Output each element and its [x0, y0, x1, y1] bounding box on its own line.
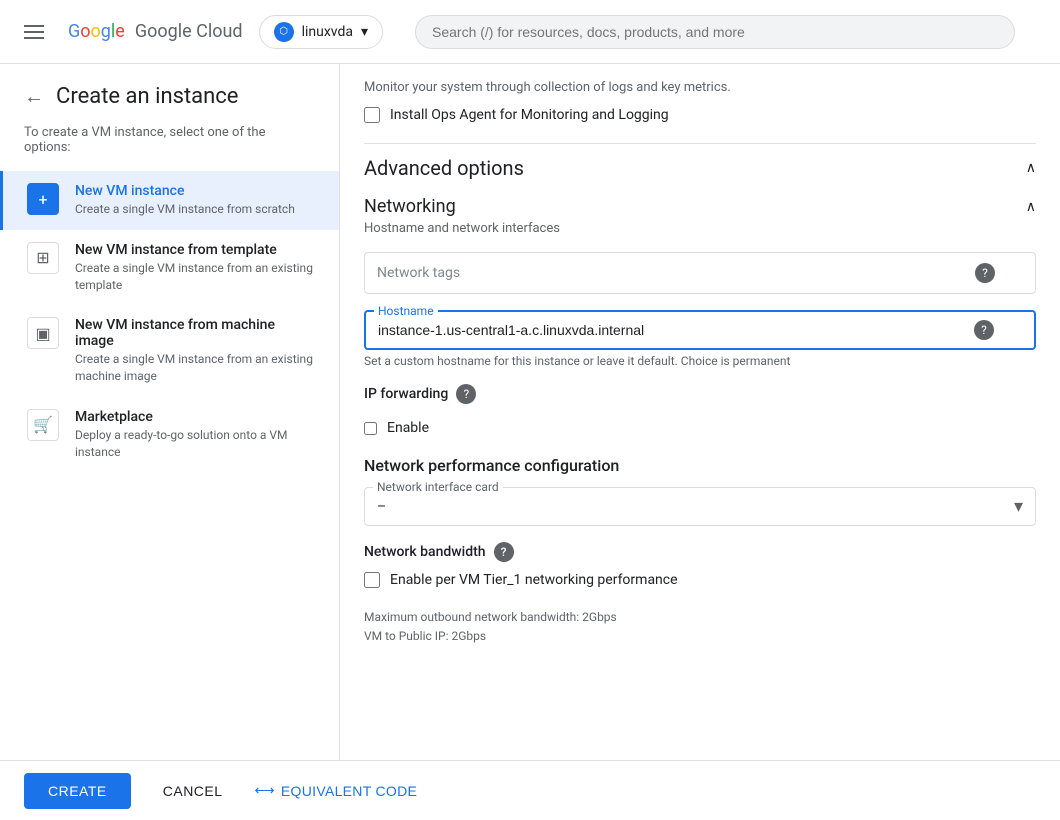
new-vm-machine-icon: ▣	[27, 317, 59, 349]
network-tags-field-row: Network tags ?	[364, 252, 1036, 294]
bandwidth-help-icon[interactable]: ?	[494, 542, 514, 562]
ip-forwarding-row: IP forwarding ?	[364, 384, 1036, 404]
marketplace-title: Marketplace	[75, 409, 315, 425]
networking-title: Networking	[364, 196, 456, 217]
sidebar-item-new-vm[interactable]: + New VM instance Create a single VM ins…	[0, 171, 339, 230]
footer: CREATE CANCEL ⟷ EQUIVALENT CODE	[0, 760, 1060, 820]
hostname-field-row: Hostname ? Set a custom hostname for thi…	[364, 310, 1036, 368]
network-tags-placeholder: Network tags	[377, 265, 460, 281]
sidebar-item-new-vm-template[interactable]: ⊞ New VM instance from template Create a…	[0, 230, 339, 306]
project-icon: ⬡	[274, 22, 294, 42]
main-content: Monitor your system through collection o…	[340, 64, 1060, 820]
project-selector[interactable]: ⬡ linuxvda ▾	[259, 15, 383, 49]
equivalent-code-label: EQUIVALENT CODE	[281, 783, 417, 799]
bandwidth-info: Maximum outbound network bandwidth: 2Gbp…	[364, 608, 1036, 646]
advanced-options-chevron[interactable]: ∧	[1026, 160, 1036, 176]
network-interface-label: Network interface card	[373, 480, 503, 494]
tier1-checkbox-row: Enable per VM Tier_1 networking performa…	[364, 572, 1036, 588]
sidebar-subtitle: To create a VM instance, select one of t…	[0, 125, 339, 171]
network-interface-select[interactable]: Network interface card – ▾	[364, 487, 1036, 526]
new-vm-machine-desc: Create a single VM instance from an exis…	[75, 351, 315, 385]
page-title: Create an instance	[56, 84, 238, 109]
network-tags-field[interactable]: Network tags ?	[364, 252, 1036, 294]
marketplace-icon: 🛒	[27, 409, 59, 441]
hostname-label: Hostname	[374, 304, 438, 318]
new-vm-machine-title: New VM instance from machine image	[75, 317, 315, 349]
bandwidth-outbound: Maximum outbound network bandwidth: 2Gbp…	[364, 608, 1036, 627]
new-vm-icon: +	[27, 183, 59, 215]
sidebar-item-new-vm-machine[interactable]: ▣ New VM instance from machine image Cre…	[0, 305, 339, 397]
marketplace-desc: Deploy a ready-to-go solution onto a VM …	[75, 427, 315, 461]
ops-agent-checkbox[interactable]	[364, 107, 380, 123]
ops-agent-checkbox-label: Install Ops Agent for Monitoring and Log…	[390, 107, 669, 123]
ip-forwarding-label: IP forwarding	[364, 386, 448, 402]
network-interface-value: –	[377, 499, 386, 515]
back-button[interactable]: ←	[24, 84, 44, 109]
bandwidth-section: Network bandwidth ? Enable per VM Tier_1…	[364, 542, 1036, 646]
networking-chevron[interactable]: ∧	[1026, 199, 1036, 215]
bandwidth-public: VM to Public IP: 2Gbps	[364, 627, 1036, 646]
tier1-checkbox[interactable]	[364, 572, 380, 588]
hostname-input[interactable]	[378, 322, 974, 338]
enable-forwarding-label: Enable	[387, 420, 429, 436]
page-body: ← Create an instance To create a VM inst…	[0, 64, 1060, 820]
equivalent-code-button[interactable]: ⟷ EQUIVALENT CODE	[255, 782, 418, 799]
create-button[interactable]: CREATE	[24, 773, 131, 809]
hostname-help-icon[interactable]: ?	[974, 320, 994, 340]
ip-forwarding-help-icon[interactable]: ?	[456, 384, 476, 404]
network-perf-title: Network performance configuration	[364, 456, 1036, 475]
ops-agent-desc: Monitor your system through collection o…	[364, 64, 1036, 107]
ops-agent-checkbox-row: Install Ops Agent for Monitoring and Log…	[364, 107, 1036, 123]
network-interface-arrow: ▾	[1014, 496, 1023, 517]
networking-section-header: Networking ∧	[364, 188, 1036, 221]
hostname-hint: Set a custom hostname for this instance …	[364, 354, 1036, 368]
bandwidth-title: Network bandwidth ?	[364, 542, 1036, 562]
hamburger-menu[interactable]	[16, 17, 52, 47]
cancel-button[interactable]: CANCEL	[139, 773, 247, 809]
network-tags-help-icon[interactable]: ?	[975, 263, 995, 283]
advanced-options-section: Advanced options ∧	[364, 143, 1036, 188]
networking-subtitle: Hostname and network interfaces	[364, 221, 1036, 236]
tier1-label: Enable per VM Tier_1 networking performa…	[390, 572, 678, 588]
new-vm-template-desc: Create a single VM instance from an exis…	[75, 260, 315, 294]
new-vm-title: New VM instance	[75, 183, 295, 199]
equivalent-code-icon: ⟷	[255, 782, 275, 799]
project-dropdown-icon: ▾	[361, 24, 368, 40]
hostname-field[interactable]: Hostname ?	[364, 310, 1036, 350]
enable-forwarding-checkbox[interactable]	[364, 422, 377, 435]
search-input[interactable]	[415, 15, 1015, 49]
sidebar-item-marketplace[interactable]: 🛒 Marketplace Deploy a ready-to-go solut…	[0, 397, 339, 473]
sidebar-header: ← Create an instance	[0, 64, 339, 125]
advanced-options-title: Advanced options	[364, 156, 524, 180]
header: Google Google Cloud ⬡ linuxvda ▾	[0, 0, 1060, 64]
new-vm-template-icon: ⊞	[27, 242, 59, 274]
new-vm-template-title: New VM instance from template	[75, 242, 315, 258]
new-vm-desc: Create a single VM instance from scratch	[75, 201, 295, 218]
project-name: linuxvda	[302, 24, 353, 40]
sidebar: ← Create an instance To create a VM inst…	[0, 64, 340, 820]
enable-forwarding-row: Enable	[364, 420, 1036, 436]
search-bar[interactable]	[415, 15, 1015, 49]
google-cloud-logo: Google Google Cloud	[68, 21, 243, 42]
